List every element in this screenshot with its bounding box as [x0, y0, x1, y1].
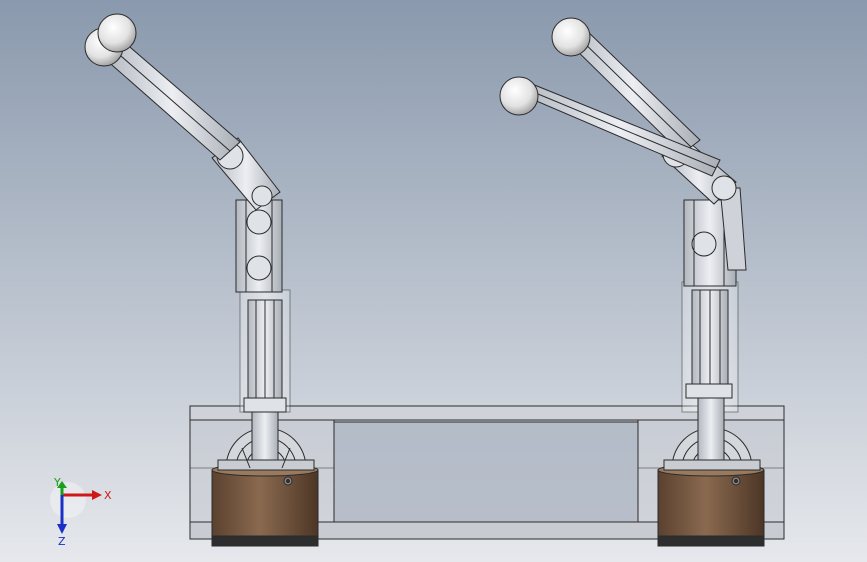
x-axis-label: X — [104, 489, 112, 502]
left-upper-column — [235, 199, 283, 293]
frame-window — [333, 421, 639, 523]
left-motor-base — [211, 463, 319, 547]
z-axis-label: Z — [58, 535, 66, 548]
right-motor-base — [657, 463, 765, 547]
axis-triad: X Y Z — [50, 478, 112, 548]
cad-viewport[interactable] — [0, 0, 867, 562]
y-axis-label: Y — [53, 478, 61, 489]
